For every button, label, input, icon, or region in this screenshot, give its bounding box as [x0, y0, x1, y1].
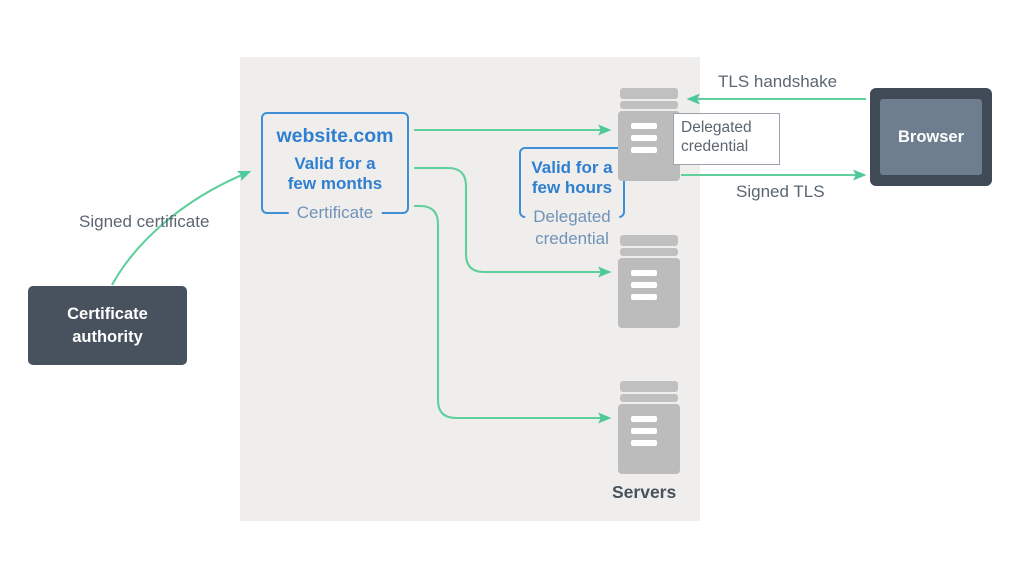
website-certificate-caption: Certificate — [288, 204, 382, 221]
server-cap-icon — [620, 88, 678, 99]
delegated-credential-validity-line1: Valid for a — [531, 158, 613, 177]
server-body-icon — [618, 258, 680, 328]
diagram-canvas: Certificate authority website.com Valid … — [0, 0, 1024, 576]
delegated-credential-callout-line1: Delegated — [681, 119, 752, 136]
server-cap-icon — [620, 235, 678, 246]
server-slot-icon — [631, 282, 657, 288]
tls-handshake-label: TLS handshake — [718, 72, 838, 91]
delegated-credential-callout: Delegated credential — [673, 113, 780, 165]
server-slot-icon — [631, 440, 657, 446]
browser-box: Browser — [870, 88, 992, 186]
server-slot-icon — [631, 123, 657, 129]
server-cap2-icon — [620, 394, 678, 402]
server-cap2-icon — [620, 101, 678, 109]
delegated-credential-validity-line2: few hours — [531, 178, 613, 198]
delegated-credential-box: Valid for a few hours Delegated credenti… — [519, 147, 625, 247]
server-slot-icon — [631, 270, 657, 276]
browser-screen: Browser — [880, 99, 982, 175]
servers-label: Servers — [612, 482, 677, 502]
server-icon-middle — [618, 235, 680, 328]
server-cap-icon — [620, 381, 678, 392]
signed-certificate-label: Signed certificate — [79, 212, 210, 231]
website-certificate-validity-line1: Valid for a — [294, 154, 376, 174]
server-slot-icon — [631, 416, 657, 422]
certificate-authority-line1: Certificate — [67, 305, 148, 324]
server-icon-top — [618, 88, 680, 181]
website-certificate-title: website.com — [276, 125, 394, 147]
server-slot-icon — [631, 135, 657, 141]
delegated-credential-callout-line2: credential — [681, 137, 749, 155]
certificate-authority-box: Certificate authority — [28, 286, 187, 365]
delegated-credential-caption-line2: credential — [535, 229, 609, 248]
server-icon-bottom — [618, 381, 680, 474]
browser-label: Browser — [897, 127, 965, 146]
website-certificate-validity-line2: few months — [287, 174, 383, 194]
server-slot-icon — [631, 294, 657, 300]
server-body-icon — [618, 404, 680, 474]
website-certificate-box: website.com Valid for a few months Certi… — [261, 112, 409, 221]
certificate-authority-line2: authority — [72, 327, 143, 346]
delegated-credential-caption: Delegated — [525, 208, 619, 225]
server-body-icon — [618, 111, 680, 181]
server-slot-icon — [631, 428, 657, 434]
server-slot-icon — [631, 147, 657, 153]
signed-tls-label: Signed TLS — [736, 182, 825, 201]
server-cap2-icon — [620, 248, 678, 256]
